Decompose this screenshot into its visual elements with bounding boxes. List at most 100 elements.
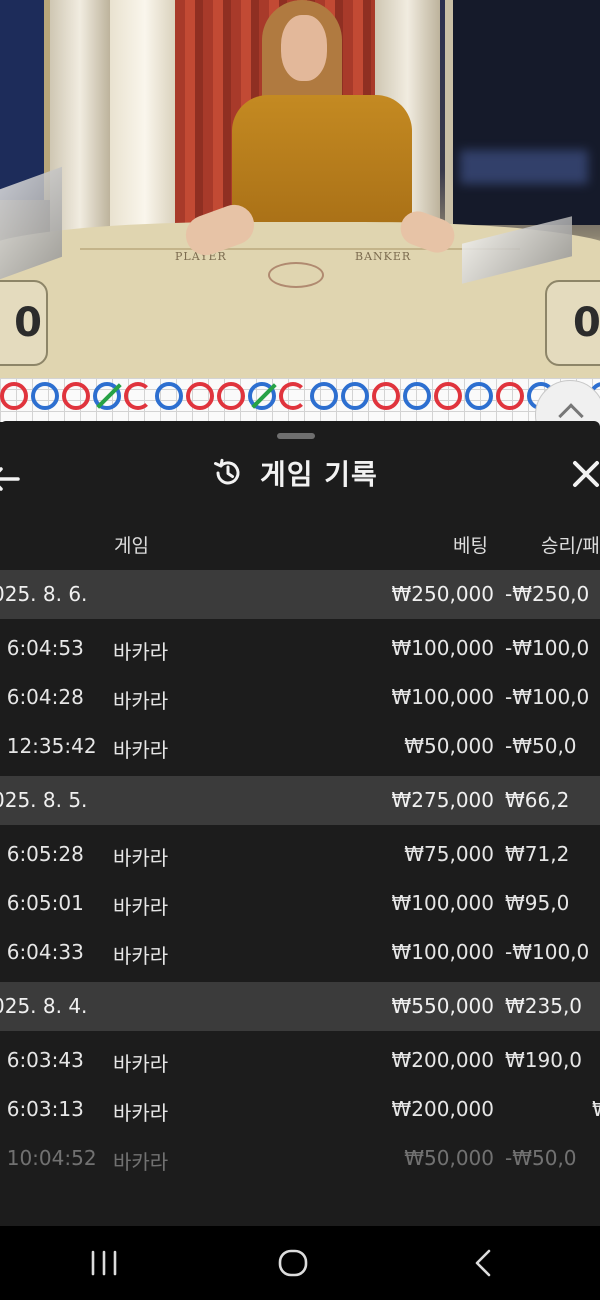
row-time: . 6:03:13 <box>0 1097 84 1121</box>
row-game: 바카라 <box>113 1052 169 1076</box>
row-time: . 6:05:01 <box>0 891 84 915</box>
row-bet: ₩200,000 <box>391 1048 494 1072</box>
pillar <box>110 0 180 240</box>
row-game: 바카라 <box>113 1150 169 1174</box>
group-result-total: ₩66,2 <box>505 788 570 812</box>
group-bet-total: ₩550,000 <box>391 994 494 1018</box>
date-group-row[interactable]: 025. 8. 6. ₩250,000 -₩250,0 <box>0 570 600 619</box>
row-bet: ₩100,000 <box>391 891 494 915</box>
row-result: -₩50,0 <box>505 1146 577 1170</box>
group-bet-total: ₩250,000 <box>391 582 494 606</box>
bead-road-row <box>0 382 600 410</box>
row-bet: ₩100,000 <box>391 685 494 709</box>
bead-marker <box>434 382 462 410</box>
chevron-left-icon <box>475 1249 491 1277</box>
row-bet: ₩100,000 <box>391 940 494 964</box>
bead-marker <box>310 382 338 410</box>
close-icon[interactable] <box>571 459 600 489</box>
history-row[interactable]: . 6:05:01 바카라 ₩100,000 ₩95,0 <box>0 879 600 928</box>
home-button[interactable] <box>276 1248 310 1278</box>
column-header-bet: 베팅 <box>453 535 488 557</box>
row-result: -₩50,0 <box>505 734 577 758</box>
bead-marker <box>124 382 152 410</box>
home-icon <box>278 1249 308 1277</box>
blurred-screen-text <box>460 150 588 184</box>
history-row[interactable]: . 6:04:33 바카라 ₩100,000 -₩100,0 <box>0 928 600 977</box>
row-game: 바카라 <box>113 895 169 919</box>
row-bet: ₩200,000 <box>391 1097 494 1121</box>
bead-marker <box>403 382 431 410</box>
bead-marker <box>155 382 183 410</box>
date-group-row[interactable]: 025. 8. 4. ₩550,000 ₩235,0 <box>0 982 600 1031</box>
table-label-banker: BANKER <box>355 250 412 263</box>
row-time: . 6:03:43 <box>0 1048 84 1072</box>
player-score: 0 <box>0 280 48 366</box>
row-game: 바카라 <box>113 689 169 713</box>
bead-marker <box>0 382 28 410</box>
history-row[interactable]: . 10:04:52 바카라 ₩50,000 -₩50,0 <box>0 1134 600 1183</box>
row-game: 바카라 <box>113 1101 169 1125</box>
bead-marker <box>465 382 493 410</box>
row-time: . 12:35:42 <box>0 734 97 758</box>
bead-marker <box>31 382 59 410</box>
row-result: -₩100,0 <box>505 636 590 660</box>
row-result: -₩100,0 <box>505 685 590 709</box>
back-arrow-icon[interactable] <box>0 467 20 491</box>
row-result: ₩71,2 <box>505 842 570 866</box>
live-video: PLAYER BANKER 0 0 <box>0 0 600 380</box>
bead-marker <box>248 382 276 410</box>
row-time: . 6:05:28 <box>0 842 84 866</box>
bead-marker <box>186 382 214 410</box>
sheet-title-wrap: 게임 기록 <box>212 455 378 491</box>
system-back-button[interactable] <box>468 1248 502 1278</box>
banker-score: 0 <box>545 280 600 366</box>
recents-icon <box>91 1250 117 1276</box>
bead-marker <box>341 382 369 410</box>
history-row[interactable]: . 6:04:28 바카라 ₩100,000 -₩100,0 <box>0 673 600 722</box>
game-history-sheet: 게임 기록 - 게임 베팅 승리/패 025. 8. 6. ₩250,000 -… <box>0 421 600 1226</box>
history-row[interactable]: . 6:04:53 바카라 ₩100,000 -₩100,0 <box>0 624 600 673</box>
row-result: -₩100,0 <box>505 940 590 964</box>
table-crest <box>268 262 324 288</box>
row-result: ₩ <box>592 1097 600 1121</box>
bead-marker <box>279 382 307 410</box>
row-game: 바카라 <box>113 640 169 664</box>
sheet-title: 게임 기록 <box>260 458 378 491</box>
row-time: . 10:04:52 <box>0 1146 97 1170</box>
history-icon <box>212 457 244 489</box>
group-bet-total: ₩275,000 <box>391 788 494 812</box>
bead-marker <box>62 382 90 410</box>
group-date: 025. 8. 4. <box>0 994 88 1018</box>
row-result: ₩95,0 <box>505 891 570 915</box>
group-date: 025. 8. 6. <box>0 582 88 606</box>
history-row[interactable]: . 6:05:28 바카라 ₩75,000 ₩71,2 <box>0 830 600 879</box>
row-bet: ₩100,000 <box>391 636 494 660</box>
history-row[interactable]: . 6:03:43 바카라 ₩200,000 ₩190,0 <box>0 1036 600 1085</box>
history-list: 025. 8. 6. ₩250,000 -₩250,0 . 6:04:53 바카… <box>0 570 600 1183</box>
row-bet: ₩50,000 <box>404 734 494 758</box>
row-game: 바카라 <box>113 846 169 870</box>
dealer-face <box>281 15 327 81</box>
row-time: . 6:04:28 <box>0 685 84 709</box>
bead-road <box>0 378 600 422</box>
recents-button[interactable] <box>88 1248 122 1278</box>
history-row[interactable]: . 6:03:13 바카라 ₩200,000 ₩ <box>0 1085 600 1134</box>
bead-marker <box>217 382 245 410</box>
wall-decoration <box>0 0 50 200</box>
wall-screen <box>445 0 600 225</box>
row-game: 바카라 <box>113 738 169 762</box>
date-group-row[interactable]: 025. 8. 5. ₩275,000 ₩66,2 <box>0 776 600 825</box>
column-header-game: 게임 <box>114 535 149 557</box>
row-bet: ₩50,000 <box>404 1146 494 1170</box>
row-bet: ₩75,000 <box>404 842 494 866</box>
row-result: ₩190,0 <box>505 1048 583 1072</box>
dealer-body <box>232 95 412 235</box>
group-result-total: -₩250,0 <box>505 582 590 606</box>
history-row[interactable]: . 12:35:42 바카라 ₩50,000 -₩50,0 <box>0 722 600 771</box>
sheet-drag-handle[interactable] <box>277 433 315 439</box>
table-line <box>80 248 520 250</box>
system-nav-bar <box>0 1226 600 1300</box>
group-result-total: ₩235,0 <box>505 994 583 1018</box>
sheet-header: 게임 기록 <box>0 443 600 505</box>
bead-marker <box>496 382 524 410</box>
